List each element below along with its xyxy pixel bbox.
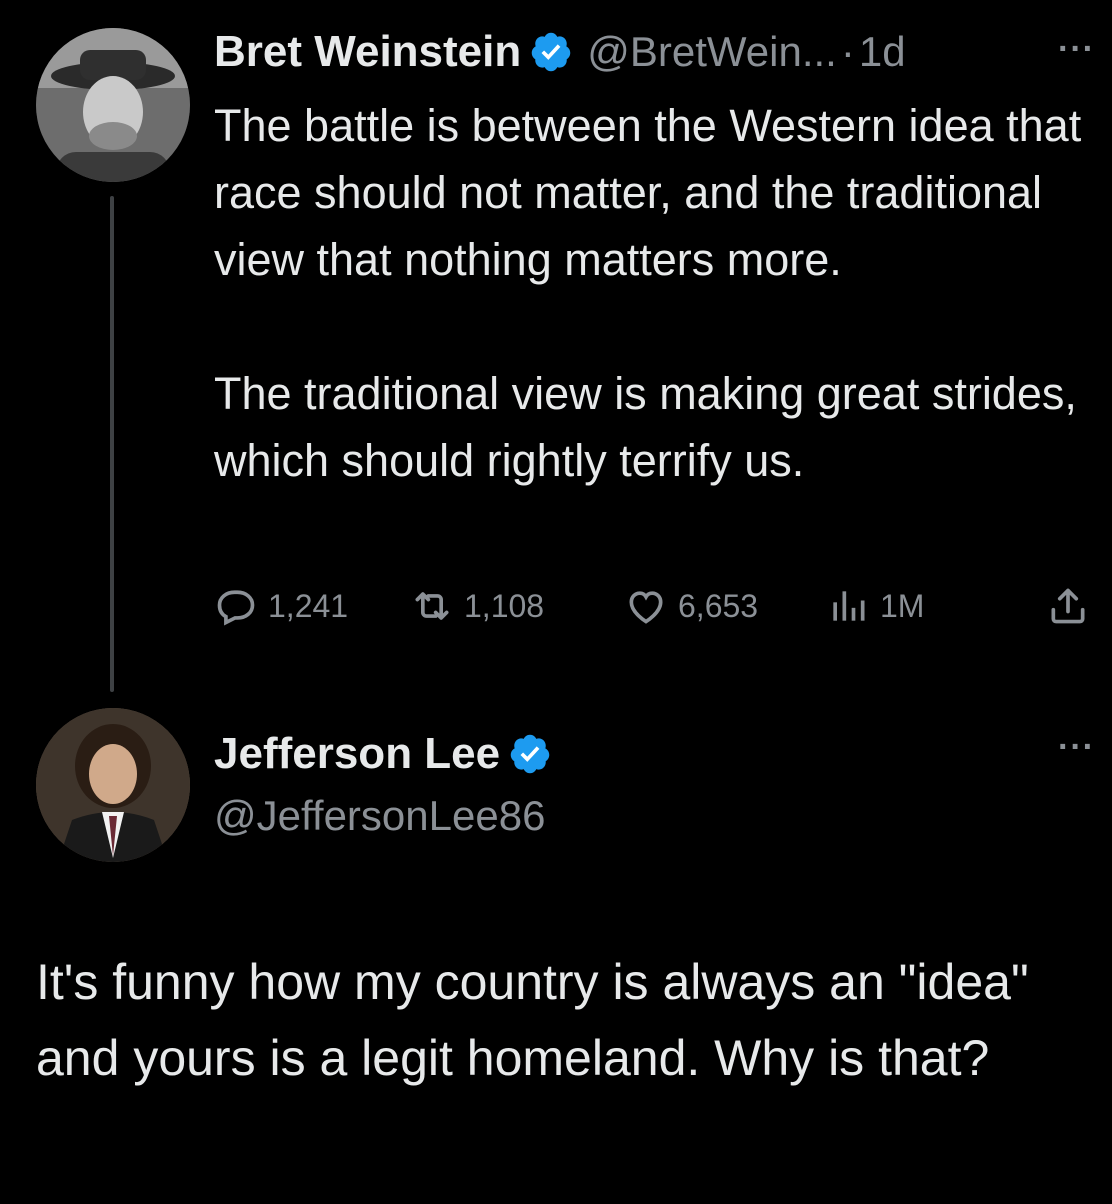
like-button[interactable]: 6,653 xyxy=(624,584,758,628)
author-display-name[interactable]: Bret Weinstein xyxy=(214,27,521,77)
tweet-timestamp[interactable]: 1d xyxy=(859,28,906,76)
retweet-icon xyxy=(415,592,449,620)
share-button[interactable] xyxy=(1046,584,1100,628)
verified-badge-icon xyxy=(531,32,571,72)
thread-connector-line xyxy=(110,196,114,692)
reply-count: 1,241 xyxy=(268,587,349,624)
more-options-icon[interactable]: ··· xyxy=(1058,30,1095,69)
reply-author-display-name[interactable]: Jefferson Lee xyxy=(214,729,500,779)
reply-body: It's funny how my country is always an "… xyxy=(36,954,1029,1086)
tweet-paragraph: The battle is between the Western idea t… xyxy=(214,100,1082,285)
like-count: 6,653 xyxy=(678,587,759,624)
author-handle[interactable]: @BretWein... xyxy=(587,28,837,76)
tweet-header: Bret Weinstein @BretWein... · 1d xyxy=(214,20,906,84)
reply-header: Jefferson Lee xyxy=(214,722,552,786)
tweet-actions-bar: 1,241 1,108 6,653 1M xyxy=(214,584,1094,634)
reply-bubble-icon xyxy=(217,590,255,626)
tweet-paragraph: The traditional view is making great str… xyxy=(214,368,1077,486)
avatar-jefferson-image xyxy=(36,708,190,862)
share-upload-icon xyxy=(1051,588,1085,624)
avatar-jefferson-lee[interactable] xyxy=(36,708,190,862)
heart-icon xyxy=(629,591,663,624)
reply-author-handle[interactable]: @JeffersonLee86 xyxy=(214,792,545,840)
retweet-count: 1,108 xyxy=(464,587,545,624)
tweet-body: The battle is between the Western idea t… xyxy=(214,92,1104,494)
bar-chart-icon xyxy=(833,591,865,621)
retweet-button[interactable]: 1,108 xyxy=(410,584,544,628)
verified-badge-icon xyxy=(510,734,550,774)
avatar-bret-image xyxy=(36,28,190,182)
separator-dot: · xyxy=(840,28,855,75)
view-count: 1M xyxy=(880,587,925,624)
avatar-bret-weinstein[interactable] xyxy=(36,28,190,182)
views-button[interactable]: 1M xyxy=(826,584,924,628)
reply-button[interactable]: 1,241 xyxy=(214,584,348,628)
more-options-icon[interactable]: ··· xyxy=(1058,728,1095,767)
